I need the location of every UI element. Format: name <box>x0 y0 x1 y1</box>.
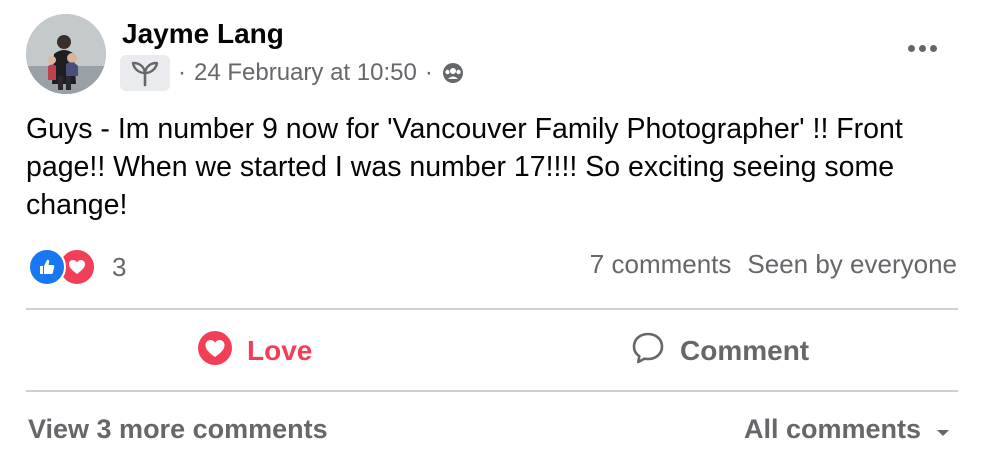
comment-button[interactable]: Comment <box>630 326 809 376</box>
comment-icon <box>630 330 666 373</box>
post-timestamp[interactable]: 24 February at 10:50 <box>194 59 417 87</box>
meta-separator-2: · <box>424 59 433 86</box>
avatar[interactable] <box>26 14 106 94</box>
like-reaction-icon <box>28 248 66 286</box>
love-button[interactable]: Love <box>197 326 312 376</box>
post-stats: 7 comments Seen by everyone <box>590 249 957 280</box>
sprout-icon[interactable] <box>120 55 170 91</box>
divider <box>26 308 958 310</box>
avatar-photo <box>26 14 106 94</box>
comment-filter-dropdown[interactable]: All comments <box>744 414 951 445</box>
comment-label: Comment <box>680 335 810 366</box>
reaction-summary[interactable]: 3 <box>28 247 126 287</box>
love-icon <box>197 330 233 373</box>
meta-separator: · <box>178 59 186 86</box>
more-options-icon[interactable] <box>904 36 940 60</box>
love-label: Love <box>247 335 313 366</box>
group-icon[interactable] <box>441 61 465 85</box>
comment-filter-label: All comments <box>743 414 921 444</box>
caret-down-icon <box>935 414 951 445</box>
seen-by[interactable]: Seen by everyone <box>747 249 957 280</box>
reaction-count[interactable]: 3 <box>112 252 126 283</box>
post-body: Guys - Im number 9 now for 'Vancouver Fa… <box>26 113 903 221</box>
view-more-comments-link[interactable]: View 3 more comments <box>28 414 328 445</box>
post-meta: · 24 February at 10:50 · <box>120 55 465 91</box>
divider <box>26 390 958 392</box>
comments-count[interactable]: 7 comments <box>590 249 732 280</box>
author-name[interactable]: Jayme Lang <box>122 18 284 50</box>
